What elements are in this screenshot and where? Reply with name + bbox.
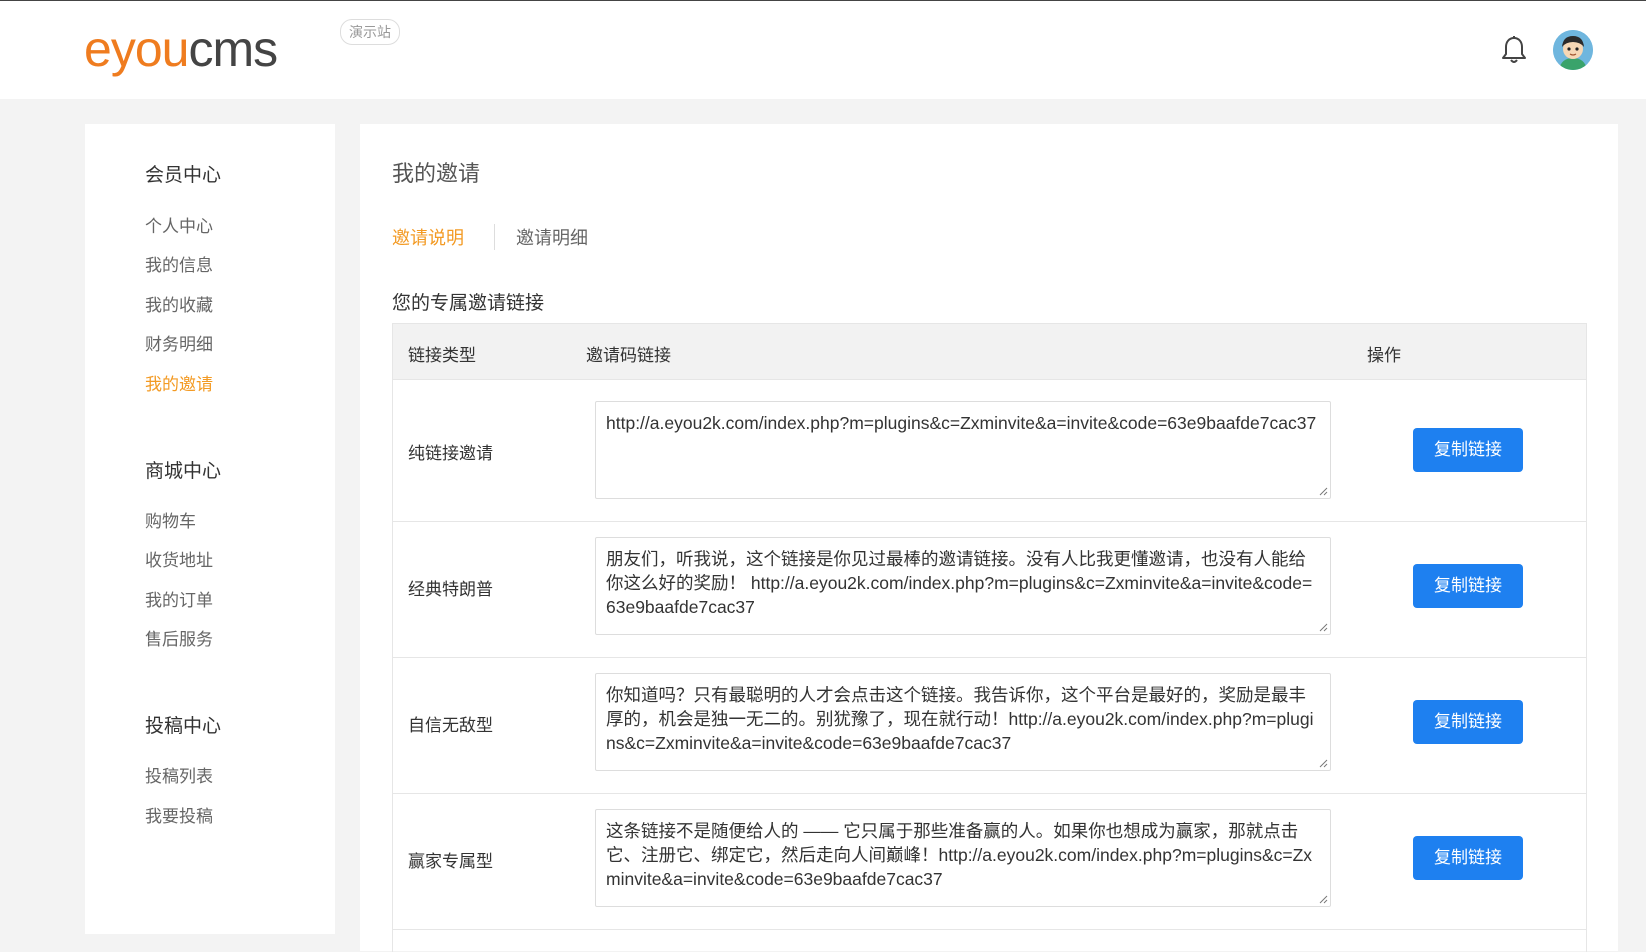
top-header: eyoucms 演示站	[0, 1, 1646, 99]
column-header-link: 邀请码链接	[586, 346, 671, 366]
copy-link-button[interactable]: 复制链接	[1413, 564, 1523, 608]
resize-handle-icon[interactable]	[1318, 894, 1328, 904]
copy-link-button[interactable]: 复制链接	[1413, 428, 1523, 472]
invite-link-textarea[interactable]: 你知道吗？只有最聪明的人才会点击这个链接。我告诉你，这个平台是最好的，奖励是最丰…	[595, 673, 1331, 771]
sidebar-item-my-invitations[interactable]: 我的邀请	[145, 370, 213, 395]
demo-badge: 演示站	[340, 19, 400, 45]
link-type-label: 经典特朗普	[408, 580, 493, 600]
sidebar-item-submit[interactable]: 我要投稿	[145, 802, 213, 827]
link-type-label: 纯链接邀请	[408, 444, 493, 464]
section-title: 您的专属邀请链接	[392, 292, 545, 314]
sidebar-item-finance-details[interactable]: 财务明细	[145, 330, 213, 355]
tab-divider	[494, 224, 495, 250]
sidebar-item-my-favorites[interactable]: 我的收藏	[145, 291, 213, 316]
invite-link-text: 这条链接不是随便给人的 —— 它只属于那些准备赢的人。如果你也想成为赢家，那就点…	[606, 821, 1313, 889]
copy-link-button[interactable]: 复制链接	[1413, 700, 1523, 744]
site-logo[interactable]: eyoucms	[84, 19, 278, 79]
table-row: 自信无敌型 你知道吗？只有最聪明的人才会点击这个链接。我告诉你，这个平台是最好的…	[393, 652, 1586, 794]
user-avatar[interactable]	[1553, 30, 1593, 70]
resize-handle-icon[interactable]	[1318, 758, 1328, 768]
logo-you: you	[110, 21, 190, 77]
link-type-label: 赢家专属型	[408, 852, 493, 872]
tab-invite-details[interactable]: 邀请明细	[516, 224, 588, 250]
main-content: 我的邀请 邀请说明 邀请明细 您的专属邀请链接 链接类型 邀请码链接 操作 纯链…	[360, 124, 1618, 952]
sidebar-group-title: 会员中心	[145, 164, 222, 186]
sidebar-item-cart[interactable]: 购物车	[145, 507, 196, 532]
invite-link-text: 朋友们，听我说，这个链接是你见过最棒的邀请链接。没有人比我更懂邀请，也没有人能给…	[606, 549, 1313, 617]
sidebar-item-after-sales[interactable]: 售后服务	[145, 625, 213, 650]
sidebar-group-title: 投稿中心	[145, 715, 222, 737]
sidebar-item-personal-center[interactable]: 个人中心	[145, 212, 213, 237]
logo-e: e	[84, 21, 112, 77]
page-title: 我的邀请	[392, 162, 481, 187]
table-row: 经典特朗普 朋友们，听我说，这个链接是你见过最棒的邀请链接。没有人比我更懂邀请，…	[393, 516, 1586, 658]
column-header-type: 链接类型	[408, 346, 476, 366]
sidebar-item-my-orders[interactable]: 我的订单	[145, 586, 213, 611]
invite-link-textarea[interactable]: http://a.eyou2k.com/index.php?m=plugins&…	[595, 401, 1331, 499]
column-header-action: 操作	[1367, 346, 1401, 366]
invite-link-textarea[interactable]: 朋友们，听我说，这个链接是你见过最棒的邀请链接。没有人比我更懂邀请，也没有人能给…	[595, 537, 1331, 635]
copy-link-button[interactable]: 复制链接	[1413, 836, 1523, 880]
sidebar-item-submission-list[interactable]: 投稿列表	[145, 762, 213, 787]
invite-link-textarea[interactable]: 这条链接不是随便给人的 —— 它只属于那些准备赢的人。如果你也想成为赢家，那就点…	[595, 809, 1331, 907]
table-row: 赢家专属型 这条链接不是随便给人的 —— 它只属于那些准备赢的人。如果你也想成为…	[393, 788, 1586, 930]
invite-link-text: 你知道吗？只有最聪明的人才会点击这个链接。我告诉你，这个平台是最好的，奖励是最丰…	[606, 685, 1314, 753]
resize-handle-icon[interactable]	[1318, 486, 1328, 496]
sidebar: 会员中心 个人中心 我的信息 我的收藏 财务明细 我的邀请 商城中心 购物车 收…	[85, 124, 335, 934]
sidebar-group-title: 商城中心	[145, 460, 222, 482]
tab-invite-description[interactable]: 邀请说明	[392, 224, 464, 250]
logo-cms: cms	[188, 21, 278, 77]
invite-link-table: 链接类型 邀请码链接 操作 纯链接邀请 http://a.eyou2k.com/…	[392, 323, 1587, 952]
sidebar-item-address[interactable]: 收货地址	[145, 546, 213, 571]
table-row: 纯链接邀请 http://a.eyou2k.com/index.php?m=pl…	[393, 380, 1586, 522]
invite-link-text: http://a.eyou2k.com/index.php?m=plugins&…	[606, 413, 1317, 433]
resize-handle-icon[interactable]	[1318, 622, 1328, 632]
table-header: 链接类型 邀请码链接 操作	[393, 324, 1586, 380]
bell-icon[interactable]	[1500, 35, 1528, 65]
avatar-face-icon	[1553, 30, 1593, 70]
link-type-label: 自信无敌型	[408, 716, 493, 736]
sidebar-item-my-info[interactable]: 我的信息	[145, 251, 213, 276]
